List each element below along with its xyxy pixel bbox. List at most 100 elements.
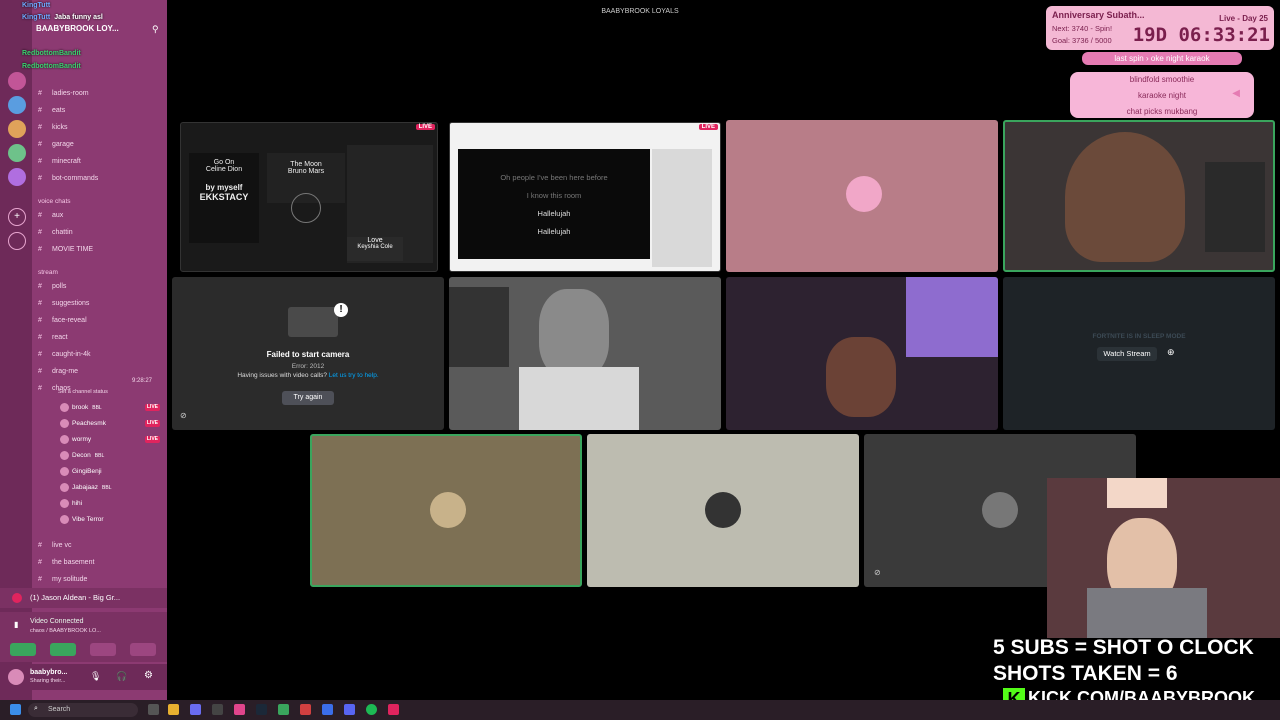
channel-item[interactable]: # drag-me <box>38 364 163 379</box>
live-day: Live - Day 25 <box>1219 14 1268 23</box>
mic-muted-icon: ⊘ <box>874 568 881 577</box>
popout-icon[interactable]: ⊕ <box>1167 347 1175 358</box>
soundboard-button[interactable] <box>130 643 156 656</box>
add-server-icon[interactable]: + <box>8 208 26 226</box>
voice-user-name: Decon <box>72 452 91 459</box>
help-link[interactable]: Let us try to help. <box>329 372 379 379</box>
channel-item[interactable]: # bot-commands <box>38 171 163 186</box>
channel-item[interactable]: # caught-in-4k <box>38 347 163 362</box>
screen-share-tile-2[interactable]: Oh people I've been here before I know t… <box>449 122 721 272</box>
voice-user[interactable]: GingiBenji <box>60 464 160 479</box>
avatar <box>60 418 69 428</box>
error-help: Having issues with video calls? Let us t… <box>237 372 379 379</box>
avatar <box>982 492 1018 528</box>
screen-share-tile-1[interactable]: Go On Celine Dion by myself EKKSTACY The… <box>180 122 438 272</box>
camera-error-tile[interactable]: ! Failed to start camera Error: 2012 Hav… <box>172 277 444 430</box>
channel-item[interactable]: # the basement <box>38 555 163 570</box>
participant-tile-3[interactable] <box>726 120 998 272</box>
obs-icon[interactable] <box>212 704 223 715</box>
headset-icon[interactable]: 🎧 <box>116 671 127 682</box>
channel-item[interactable]: # react <box>38 330 163 345</box>
server-icon[interactable] <box>8 72 26 90</box>
app-icon[interactable] <box>234 704 245 715</box>
spotify-icon[interactable] <box>366 704 377 715</box>
app-icon[interactable] <box>388 704 399 715</box>
stream-sleep-tile[interactable]: FORTNITE IS IN SLEEP MODE Watch Stream ⊕ <box>1003 277 1275 430</box>
voice-user[interactable]: brook BBL LIVE <box>60 400 160 415</box>
participant-tile-5[interactable] <box>310 434 582 587</box>
avatar[interactable] <box>8 669 24 685</box>
connected-channel[interactable]: chaos / BAABYBROOK LO... <box>30 628 101 634</box>
windows-start-icon[interactable] <box>10 704 21 715</box>
channel-label: drag-me <box>52 368 79 375</box>
activities-button[interactable] <box>90 643 116 656</box>
server-icon[interactable] <box>8 120 26 138</box>
live-badge: LIVE <box>698 124 718 130</box>
mic-icon[interactable]: 🎙 <box>90 671 101 682</box>
spin-wheel-list: blindfold smoothie karaoke night chat pi… <box>1070 72 1254 118</box>
subathon-title: Anniversary Subath... <box>1052 10 1145 20</box>
voice-user[interactable]: Peachesmk LIVE <box>60 416 160 431</box>
server-name[interactable]: BAABYBROOK LOY... <box>36 22 164 36</box>
channel-label: voice chats <box>38 198 71 205</box>
search-input[interactable]: ⌕ Search <box>28 703 138 717</box>
channel-item[interactable]: # my solitude <box>38 572 163 587</box>
channel-item[interactable]: # suggestions <box>38 296 163 311</box>
server-icon[interactable] <box>8 168 26 186</box>
channel-hash-icon: # <box>38 124 42 131</box>
channel-category[interactable]: voice chats <box>38 194 163 209</box>
voice-user-name: wormy <box>72 436 92 443</box>
server-icon[interactable] <box>8 144 26 162</box>
app-icon[interactable] <box>300 704 311 715</box>
channel-label: chattin <box>52 229 73 236</box>
activity-bar[interactable]: (1) Jason Aldean - Big Gr... <box>0 588 167 608</box>
channel-item[interactable]: # minecraft <box>38 154 163 169</box>
channel-item[interactable]: # live vc <box>38 538 163 553</box>
voice-user[interactable]: Vibe Terror <box>60 512 160 527</box>
taskbar: ⌕ Search <box>0 700 1280 720</box>
shirt <box>519 367 639 430</box>
chat-username: RedbottomBandit <box>22 63 81 70</box>
pointer-icon: ◀ <box>1232 88 1240 99</box>
channel-item[interactable]: # garage <box>38 137 163 152</box>
participant-tile-6[interactable] <box>587 434 859 587</box>
channel-item[interactable]: # kicks <box>38 120 163 135</box>
app-icon[interactable] <box>322 704 333 715</box>
gear-icon[interactable]: ⚙ <box>144 670 153 681</box>
watch-stream-button[interactable]: Watch Stream <box>1097 347 1157 361</box>
discover-icon[interactable] <box>8 232 26 250</box>
channel-item[interactable]: # face-reveal <box>38 313 163 328</box>
channel-hash-icon: # <box>38 559 42 566</box>
discord-icon[interactable] <box>190 704 201 715</box>
channel-item[interactable]: # ladies-room <box>38 86 163 101</box>
channel-item[interactable]: # eats <box>38 103 163 118</box>
participant-tile-4[interactable] <box>1003 120 1275 272</box>
add-member-icon[interactable]: ⚲ <box>152 24 159 35</box>
channel-hash-icon: # <box>38 283 42 290</box>
try-again-button[interactable]: Try again <box>282 391 334 405</box>
xbox-icon[interactable] <box>278 704 289 715</box>
channel-item[interactable]: # chattin <box>38 225 163 240</box>
channel-item[interactable]: # aux <box>38 208 163 223</box>
channel-item[interactable]: # MOVIE TIME <box>38 242 163 257</box>
participant-tile-purple[interactable] <box>726 277 998 430</box>
chat-message: RedbottomBandit <box>22 50 81 57</box>
voice-user[interactable]: Decon BBL <box>60 448 160 463</box>
server-icon[interactable] <box>8 96 26 114</box>
task-view-icon[interactable] <box>148 704 159 715</box>
signal-icon[interactable]: ▮ <box>14 620 18 629</box>
channel-item[interactable]: # polls <box>38 279 163 294</box>
username[interactable]: baabybro... <box>30 669 67 676</box>
file-explorer-icon[interactable] <box>168 704 179 715</box>
voice-user[interactable]: hihi <box>60 496 160 511</box>
channel-category[interactable]: stream <box>38 265 163 280</box>
discord-active-icon[interactable] <box>344 704 355 715</box>
participant-tile-bw[interactable] <box>449 277 721 430</box>
screen-share-button[interactable] <box>50 643 76 656</box>
steam-icon[interactable] <box>256 704 267 715</box>
channel-status[interactable]: Set a channel status <box>58 389 108 395</box>
spin-item: blindfold smoothie <box>1129 75 1195 84</box>
camera-button[interactable] <box>10 643 36 656</box>
voice-user[interactable]: Jabajaaz BBL <box>60 480 160 495</box>
voice-user[interactable]: wormy LIVE <box>60 432 160 447</box>
